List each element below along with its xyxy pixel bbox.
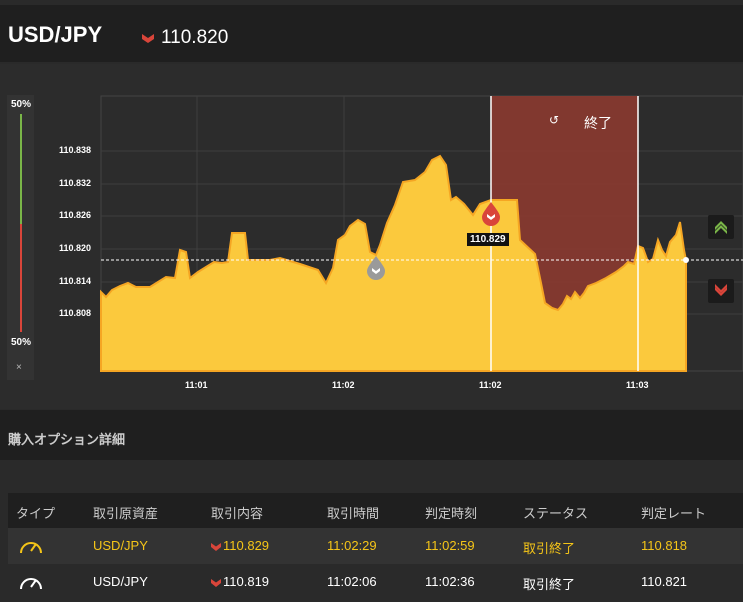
trade-table: タイプ 取引原資産 取引内容 取引時間 判定時刻 ステータス 判定レート USD…	[8, 493, 743, 600]
close-icon[interactable]: ×	[16, 362, 22, 373]
row-asset: USD/JPY	[93, 574, 148, 589]
x-tick-label: 11:03	[626, 380, 649, 390]
down-arrow-icon	[211, 578, 221, 587]
row-content: 110.819	[211, 574, 269, 589]
high-arrow-icon	[715, 221, 727, 234]
high-ratio-label: 50%	[11, 99, 32, 110]
col-time: 取引時間	[327, 506, 380, 521]
row-status: 取引終了	[523, 577, 576, 592]
header-bar: USD/JPY 110.820	[0, 5, 743, 62]
col-asset: 取引原資産	[93, 506, 159, 521]
row-content: 110.829	[211, 538, 269, 553]
y-tick-label: 110.832	[59, 178, 92, 188]
high-low-ratio-bar: 50% 50% ×	[7, 95, 34, 380]
col-rate: 判定レート	[641, 506, 707, 521]
pair-title: USD/JPY	[8, 22, 103, 47]
price-down-arrow-icon	[142, 34, 154, 43]
row-judge-time: 11:02:59	[425, 538, 475, 553]
col-content: 取引内容	[211, 506, 264, 521]
table-header: タイプ 取引原資産 取引内容 取引時間 判定時刻 ステータス 判定レート	[8, 493, 743, 528]
row-rate: 110.821	[641, 574, 688, 589]
low-arrow-icon	[715, 284, 727, 296]
row-asset: USD/JPY	[93, 538, 148, 553]
y-tick-label: 110.814	[59, 276, 92, 286]
end-label: 終了	[584, 115, 612, 131]
gauge-icon	[20, 542, 42, 554]
low-ratio-label: 50%	[11, 337, 32, 348]
purchase-details-header: 購入オプション詳細	[0, 410, 743, 460]
y-tick-label: 110.826	[59, 210, 92, 220]
current-price: 110.820	[161, 27, 229, 48]
row-rate: 110.818	[641, 538, 688, 553]
entry-rate-label: 110.829	[467, 233, 509, 246]
x-tick-label: 11:02	[332, 380, 355, 390]
section-title: 購入オプション詳細	[8, 432, 126, 447]
low-ratio-fill	[20, 224, 22, 332]
high-ratio-fill	[20, 114, 22, 224]
table-row[interactable]: USD/JPY 110.819 11:02:06 11:02:36 取引終了 1…	[8, 564, 743, 600]
row-judge-time: 11:02:36	[425, 574, 475, 589]
chart-panel	[0, 64, 743, 409]
app-root: USD/JPY 110.820 50% 50% × 110.838 110.83…	[0, 0, 743, 602]
gauge-icon	[20, 578, 42, 590]
history-icon: ↺	[549, 113, 560, 127]
table-row[interactable]: USD/JPY 110.829 11:02:29 11:02:59 取引終了 1…	[8, 528, 743, 564]
x-tick-label: 11:02	[479, 380, 502, 390]
x-tick-label: 11:01	[185, 380, 208, 390]
low-button[interactable]	[708, 279, 734, 303]
high-button[interactable]	[708, 215, 734, 239]
col-type: タイプ	[16, 506, 56, 521]
row-time: 11:02:06	[327, 574, 377, 589]
y-tick-label: 110.820	[59, 243, 92, 253]
col-status: ステータス	[523, 506, 589, 521]
row-status: 取引終了	[523, 541, 576, 556]
y-tick-label: 110.838	[59, 145, 92, 155]
col-judge-time: 判定時刻	[425, 506, 478, 521]
y-tick-label: 110.808	[59, 308, 92, 318]
row-time: 11:02:29	[327, 538, 377, 553]
down-arrow-icon	[211, 542, 221, 551]
